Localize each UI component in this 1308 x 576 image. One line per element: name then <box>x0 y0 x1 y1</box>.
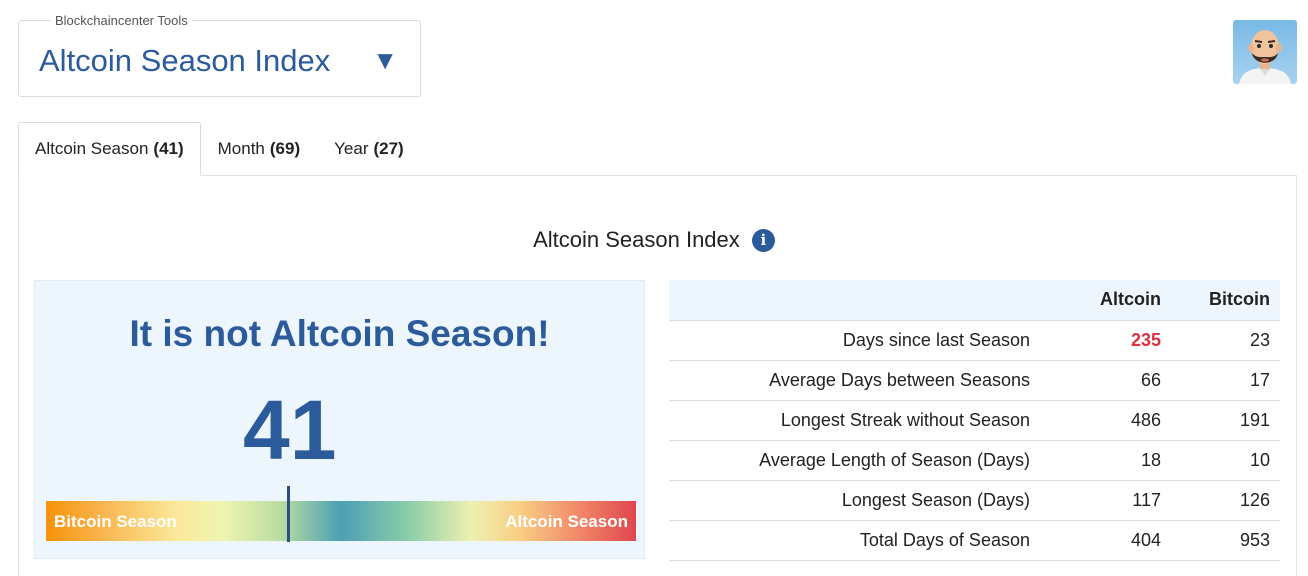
header-altcoin: Altcoin <box>1062 280 1171 321</box>
altcoin-season-label: Altcoin Season <box>505 512 628 531</box>
index-value: 41 <box>243 383 337 477</box>
table-row: Days since last Season 235 23 <box>669 320 1280 361</box>
season-gradient-bar: Bitcoin Season Altcoin Season <box>46 501 636 541</box>
bitcoin-value: 23 <box>1171 320 1280 361</box>
tab-label: Altcoin Season <box>35 139 149 158</box>
row-label: Average Length of Season (Days) <box>669 440 1062 481</box>
section-title-text: Altcoin Season Index <box>533 227 740 252</box>
tab-bar: Altcoin Season (41) Month (69) Year (27) <box>18 122 421 176</box>
bitcoin-value: 953 <box>1171 520 1280 561</box>
tab-count: (41) <box>153 139 184 158</box>
tab-year[interactable]: Year (27) <box>317 122 421 176</box>
gauge-panel: It is not Altcoin Season! 41 Bitcoin Sea… <box>34 280 645 559</box>
row-label: Longest Streak without Season <box>669 400 1062 441</box>
altcoin-value: 404 <box>1062 520 1171 561</box>
section-title: Altcoin Season Index i <box>0 227 1308 253</box>
row-label: Average Days between Seasons <box>669 360 1062 401</box>
tab-count: (69) <box>269 139 301 158</box>
table-row: Longest Streak without Season 486 191 <box>669 400 1280 441</box>
dropdown-arrow-icon[interactable]: ▼ <box>372 45 398 76</box>
bitcoin-value: 191 <box>1171 400 1280 441</box>
avatar[interactable] <box>1233 20 1297 84</box>
row-label: Days since last Season <box>669 320 1062 361</box>
altcoin-value: 117 <box>1062 480 1171 521</box>
bitcoin-season-label: Bitcoin Season <box>54 512 177 531</box>
tool-selector-legend: Blockchaincenter Tools <box>51 13 192 28</box>
bitcoin-value: 10 <box>1171 440 1280 481</box>
index-marker <box>286 486 290 542</box>
table-row: Total Days of Season 404 953 <box>669 520 1280 561</box>
altcoin-value: 486 <box>1062 400 1171 441</box>
table-row: Average Days between Seasons 66 17 <box>669 360 1280 401</box>
row-label: Total Days of Season <box>669 520 1062 561</box>
altcoin-value: 235 <box>1062 320 1171 361</box>
tab-label: Year <box>334 139 369 158</box>
season-stats-table: Altcoin Bitcoin Days since last Season 2… <box>669 280 1280 561</box>
tab-altcoin-season[interactable]: Altcoin Season (41) <box>18 122 201 176</box>
season-status-headline: It is not Altcoin Season! <box>129 313 550 354</box>
tool-selector[interactable]: Blockchaincenter Tools Altcoin Season In… <box>18 13 421 97</box>
bitcoin-value: 17 <box>1171 360 1280 401</box>
altcoin-value: 66 <box>1062 360 1171 401</box>
table-row: Longest Season (Days) 117 126 <box>669 480 1280 521</box>
tab-month[interactable]: Month (69) <box>201 122 317 176</box>
header-blank <box>669 280 1062 321</box>
tab-label: Month <box>217 139 265 158</box>
tab-count: (27) <box>373 139 404 158</box>
cartoon-avatar-icon <box>1239 30 1291 84</box>
row-label: Longest Season (Days) <box>669 480 1062 521</box>
altcoin-value: 18 <box>1062 440 1171 481</box>
table-header-row: Altcoin Bitcoin <box>669 280 1280 321</box>
bitcoin-value: 126 <box>1171 480 1280 521</box>
tool-selector-value[interactable]: Altcoin Season Index <box>39 43 330 79</box>
info-icon[interactable]: i <box>751 229 775 252</box>
table-row: Average Length of Season (Days) 18 10 <box>669 440 1280 481</box>
header-bitcoin: Bitcoin <box>1171 280 1280 321</box>
